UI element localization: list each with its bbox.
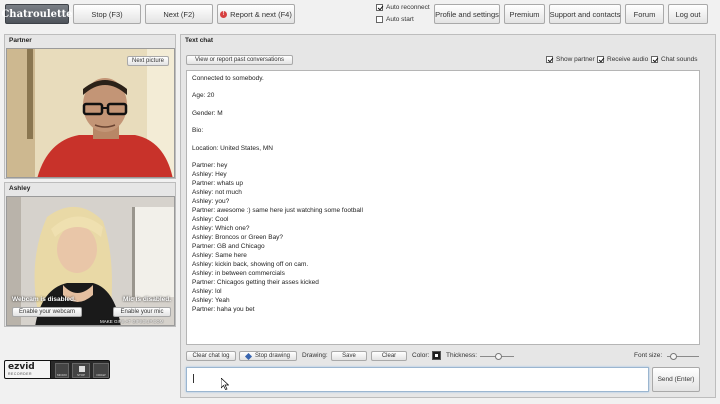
ezvid-recorder: ezvid RECORDER MICRO STOP DRAW [4, 360, 110, 379]
chat-message: Partner: hey [192, 161, 228, 169]
checkbox-box[interactable] [376, 16, 383, 23]
connection-status: Connected to somebody. [192, 75, 264, 82]
auto-reconnect-checkbox[interactable]: Auto reconnect [376, 4, 430, 11]
warning-icon: ! [220, 10, 228, 18]
ezvid-sub: RECORDER [8, 372, 33, 376]
self-video: Webcam is disabled. Mic is disabled. Ena… [6, 196, 175, 326]
partner-age: Age: 20 [192, 92, 215, 100]
chat-log[interactable]: Connected to somebody. Age: 20 Gender: M… [186, 70, 700, 345]
view-report-button[interactable]: View or report past conversations [186, 55, 293, 65]
chat-message: Ashley: Which one? [192, 224, 250, 232]
font-size-slider[interactable] [667, 353, 699, 360]
next-picture-button[interactable]: Next picture [127, 56, 169, 66]
checkbox-box[interactable] [376, 4, 383, 11]
color-picker-swatch[interactable] [432, 351, 441, 360]
chat-message: Ashley: not much [192, 188, 242, 196]
send-button[interactable]: Send (Enter) [652, 367, 700, 392]
message-list: Partner: hey Ashley: Hey Partner: whats up… [192, 161, 694, 314]
chat-message: Ashley: in between commercials [192, 269, 285, 277]
ezvid-logo: ezvid RECORDER [5, 361, 51, 378]
chat-sounds-checkbox[interactable]: Chat sounds [651, 56, 698, 63]
chat-sounds-label: Chat sounds [661, 56, 698, 63]
show-partner-label: Show partner [556, 56, 595, 63]
partner-video-frame [7, 49, 174, 177]
self-panel-title: Ashley [9, 185, 31, 192]
chat-message: Ashley: Cool [192, 215, 229, 223]
clear-chat-log-button[interactable]: Clear chat log [186, 351, 236, 361]
receive-audio-label: Receive audio [607, 56, 649, 63]
forum-button[interactable]: Forum [625, 4, 664, 24]
next-button[interactable]: Next (F2) [145, 4, 213, 24]
text-cursor [193, 374, 194, 383]
report-next-label: Report & next (F4) [230, 9, 292, 19]
chat-message: Partner: whats up [192, 179, 243, 187]
partner-bio: Bio: [192, 127, 204, 135]
webcam-disabled-notice: Webcam is disabled. [12, 296, 76, 303]
drawing-label: Drawing: [302, 352, 328, 359]
logout-button[interactable]: Log out [668, 4, 708, 24]
stop-drawing-label: Stop drawing [254, 353, 291, 359]
checkbox-box[interactable] [597, 56, 604, 63]
clear-drawing-button[interactable]: Clear [371, 351, 407, 361]
font-size-label: Font size: [634, 352, 663, 359]
chat-message: Partner: awesome :) same here just watch… [192, 206, 363, 214]
draw-label: DRAW [96, 373, 106, 377]
mouse-pointer-icon [221, 378, 229, 390]
profile-settings-button[interactable]: Profile and settings [434, 4, 500, 24]
self-panel: Ashley Webcam is disabled. Mic is disabl… [4, 182, 176, 327]
report-next-button[interactable]: ! Report & next (F4) [217, 4, 295, 24]
chat-message: Ashley: Yeah [192, 296, 230, 304]
color-label: Color: [412, 352, 430, 359]
stop-label: STOP [76, 373, 86, 377]
premium-button[interactable]: Premium [504, 4, 545, 24]
chatroulette-logo[interactable]: Chatroulette [1, 4, 73, 24]
text-chat-title: Text chat [185, 37, 214, 44]
partner-gender: Gender: M [192, 109, 223, 117]
enable-mic-button[interactable]: Enable your mic [113, 307, 171, 317]
ezvid-brand: ezvid [8, 362, 35, 372]
auto-start-checkbox[interactable]: Auto start [376, 16, 414, 23]
chat-message: Ashley: Hey [192, 170, 227, 178]
font-size-slider-knob[interactable] [669, 353, 677, 360]
auto-start-label: Auto start [386, 16, 414, 23]
chat-message: Partner: Chicagos getting their asses ki… [192, 278, 319, 286]
receive-audio-checkbox[interactable]: Receive audio [597, 56, 648, 63]
chat-message: Ashley: lol [192, 287, 222, 295]
partner-location: Location: United States, MN [192, 144, 273, 152]
thickness-label: Thickness: [446, 352, 478, 359]
micro-label: MICRO [57, 373, 67, 377]
partner-panel: Partner Next picture [4, 34, 176, 179]
draw-icon [244, 352, 253, 360]
chat-message: Ashley: you? [192, 197, 230, 205]
draw-button[interactable]: DRAW [93, 363, 109, 378]
auto-reconnect-label: Auto reconnect [386, 4, 430, 11]
checkbox-box[interactable] [546, 56, 553, 63]
chat-message: Partner: GB and Chicago [192, 242, 265, 250]
chat-input[interactable] [186, 367, 649, 392]
chat-message: Ashley: Broncos or Green Bay? [192, 233, 284, 241]
stop-record-button[interactable]: STOP [72, 363, 90, 378]
thickness-slider[interactable] [480, 353, 514, 360]
partner-panel-title: Partner [9, 37, 32, 44]
micro-button[interactable]: MICRO [55, 363, 69, 378]
gifsoup-watermark: MAKE GIFS AT GIFSOUP.COM [100, 319, 164, 324]
show-partner-checkbox[interactable]: Show partner [546, 56, 595, 63]
partner-video: Next picture [6, 48, 175, 178]
save-drawing-button[interactable]: Save [331, 351, 367, 361]
stop-button[interactable]: Stop (F3) [73, 4, 141, 24]
chat-message: Partner: haha you bet [192, 305, 255, 313]
enable-webcam-button[interactable]: Enable your webcam [12, 307, 82, 317]
stop-drawing-button[interactable]: Stop drawing [239, 351, 297, 361]
checkbox-box[interactable] [651, 56, 658, 63]
chat-message: Ashley: Same here [192, 251, 247, 259]
stop-icon [79, 366, 85, 372]
chat-message: Ashley: kickin back, showing off on cam. [192, 260, 309, 268]
support-contacts-button[interactable]: Support and contacts [549, 4, 621, 24]
mic-disabled-notice: Mic is disabled. [123, 296, 172, 303]
